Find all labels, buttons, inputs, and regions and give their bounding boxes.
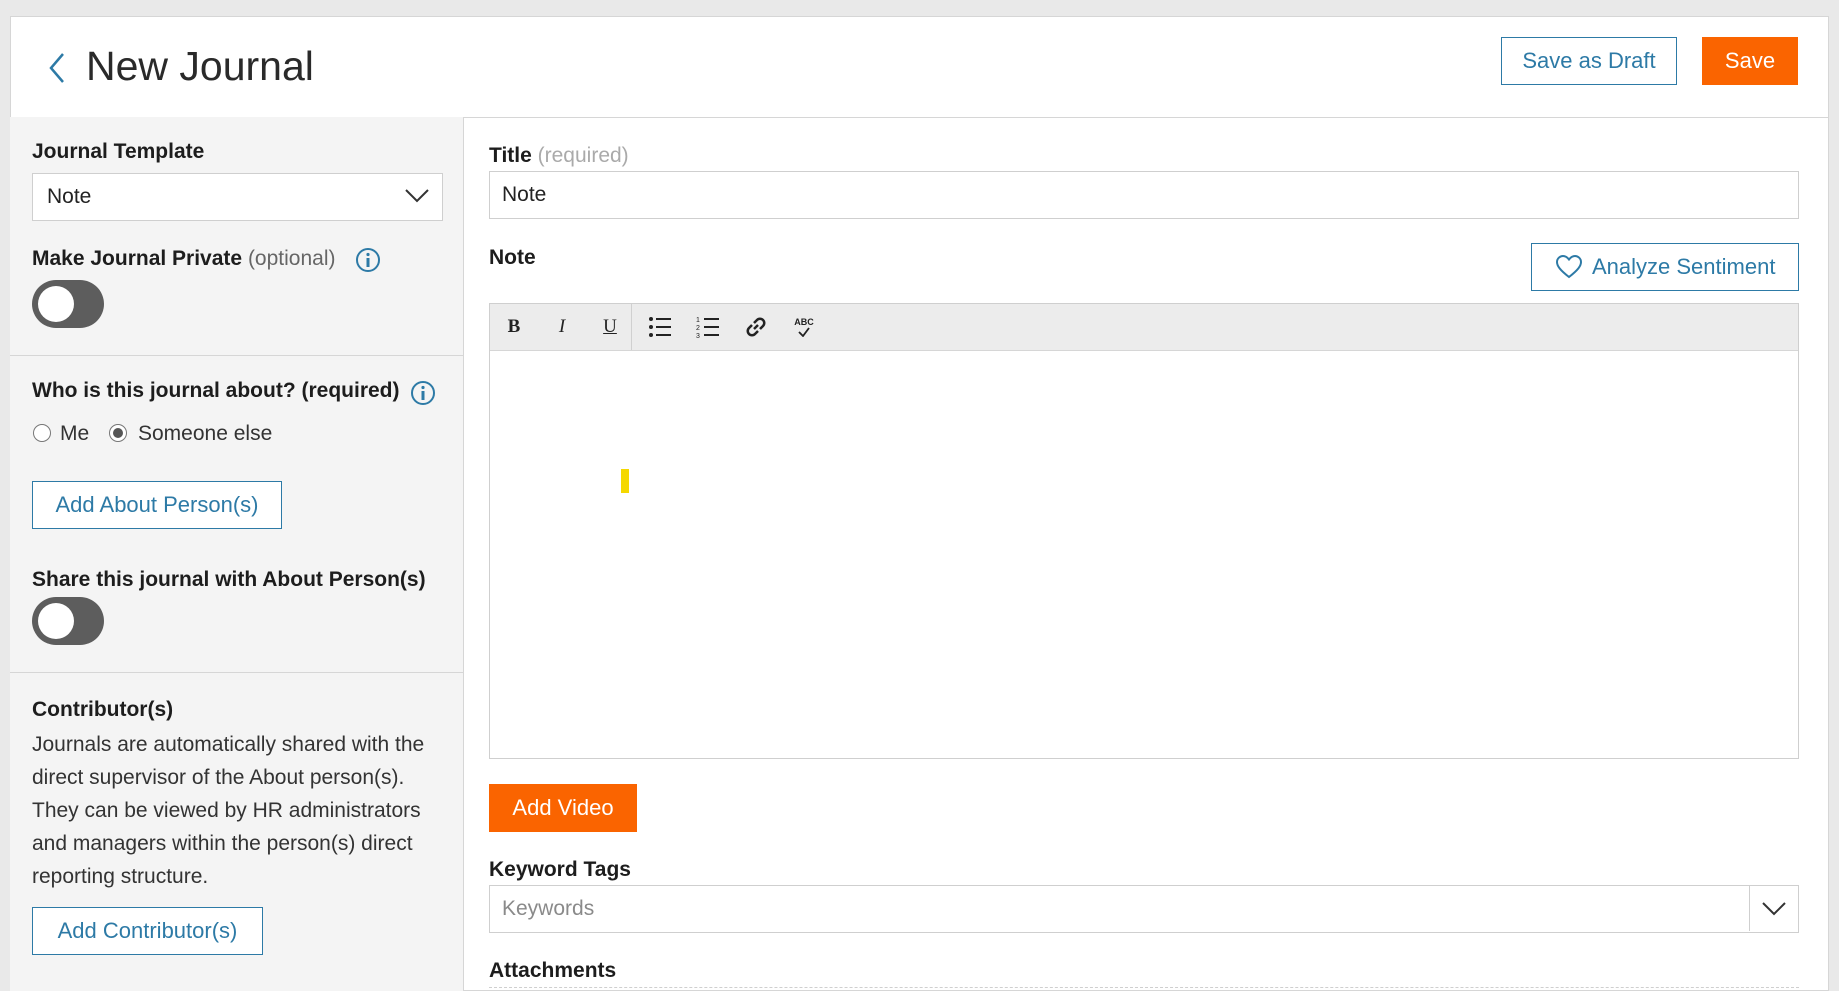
editor-toolbar: B I U 1 2 3 ABC <box>490 304 1798 351</box>
add-video-button[interactable]: Add Video <box>489 784 637 832</box>
about-label: Who is this journal about? (required) <box>32 379 400 402</box>
bullet-list-icon[interactable] <box>645 312 675 342</box>
radio-someone-else-label: Someone else <box>138 422 273 445</box>
page-header: New Journal Save as Draft Save <box>11 17 1828 118</box>
sidebar-divider <box>10 355 463 356</box>
checkmark-icon <box>798 326 810 337</box>
title-input[interactable]: Note <box>489 171 1799 219</box>
radio-someone-else[interactable] <box>109 424 127 442</box>
toolbar-divider <box>631 304 632 350</box>
analyze-sentiment-button[interactable]: Analyze Sentiment <box>1531 243 1799 291</box>
journal-template-value: Note <box>47 185 92 208</box>
private-toggle[interactable] <box>32 280 104 328</box>
info-icon[interactable] <box>410 380 436 406</box>
save-button[interactable]: Save <box>1702 37 1798 85</box>
page-title: New Journal <box>86 43 314 89</box>
radio-me-label: Me <box>60 422 90 445</box>
italic-button[interactable]: I <box>547 312 577 342</box>
note-editor[interactable]: B I U 1 2 3 ABC <box>489 303 1799 759</box>
note-label: Note <box>489 246 536 269</box>
journal-template-label: Journal Template <box>32 140 205 163</box>
svg-text:2: 2 <box>696 325 700 332</box>
contributors-description: Journals are automatically shared with t… <box>32 733 425 888</box>
info-icon[interactable] <box>355 247 381 273</box>
chevron-down-icon <box>405 189 429 203</box>
keyword-input[interactable]: Keywords <box>489 885 1799 933</box>
radio-me[interactable] <box>33 424 51 442</box>
attachments-label: Attachments <box>489 959 617 982</box>
keyword-divider <box>1749 886 1750 931</box>
title-required: (required) <box>537 144 629 167</box>
add-contributor-button[interactable]: Add Contributor(s) <box>32 907 263 955</box>
numbered-list-icon[interactable]: 1 2 3 <box>693 312 723 342</box>
toggle-knob <box>38 603 74 639</box>
contributors-label: Contributor(s) <box>32 698 174 721</box>
spellcheck-button[interactable]: ABC <box>789 312 819 342</box>
spellcheck-label: ABC <box>794 316 814 327</box>
chevron-down-icon[interactable] <box>1761 901 1787 917</box>
make-private-text: Make Journal Private <box>32 247 243 270</box>
text-cursor-highlight <box>621 469 629 493</box>
save-draft-button[interactable]: Save as Draft <box>1501 37 1677 85</box>
toggle-knob <box>38 286 74 322</box>
link-icon[interactable] <box>741 312 771 342</box>
heart-icon <box>1556 255 1582 279</box>
make-private-optional: (optional) <box>247 247 336 270</box>
underline-button[interactable]: U <box>595 312 625 342</box>
title-label: Title (required) <box>489 144 629 168</box>
sidebar-divider <box>10 672 463 673</box>
title-label-text: Title <box>489 144 532 167</box>
journal-template-select[interactable]: Note <box>32 173 443 221</box>
title-input-value: Note <box>502 183 547 206</box>
share-toggle[interactable] <box>32 597 104 645</box>
make-private-label: Make Journal Private (optional) <box>32 247 336 271</box>
svg-text:3: 3 <box>696 333 700 340</box>
bold-button[interactable]: B <box>499 312 529 342</box>
analyze-sentiment-label: Analyze Sentiment <box>1592 254 1776 279</box>
keyword-tags-label: Keyword Tags <box>489 858 631 881</box>
attachments-dropzone-border <box>489 987 1799 988</box>
svg-text:1: 1 <box>696 317 700 324</box>
share-label: Share this journal with About Person(s) <box>32 568 426 591</box>
back-chevron-icon[interactable] <box>43 48 73 88</box>
keyword-placeholder: Keywords <box>502 897 595 920</box>
add-about-person-button[interactable]: Add About Person(s) <box>32 481 282 529</box>
